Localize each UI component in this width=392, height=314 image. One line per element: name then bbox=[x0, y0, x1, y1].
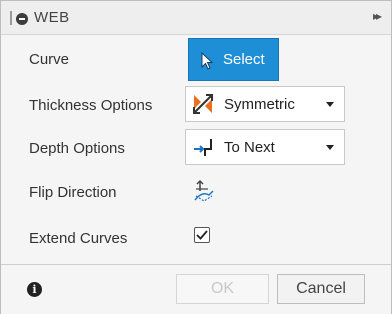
depth-options-dropdown[interactable]: To Next bbox=[185, 129, 345, 165]
depth-options-value: To Next bbox=[224, 139, 275, 156]
ok-button[interactable]: OK bbox=[176, 274, 269, 304]
thickness-options-label: Thickness Options bbox=[29, 97, 153, 114]
thickness-options-dropdown[interactable]: Symmetric bbox=[185, 86, 345, 122]
expand-icon[interactable]: ▸▸ bbox=[373, 9, 382, 23]
chevron-down-icon bbox=[326, 145, 334, 150]
thickness-options-value: Symmetric bbox=[224, 96, 295, 113]
cancel-button[interactable]: Cancel bbox=[277, 274, 365, 304]
dialog-titlebar[interactable]: WEB ▸▸ bbox=[1, 1, 391, 35]
chevron-down-icon bbox=[326, 102, 334, 107]
extend-curves-checkbox[interactable] bbox=[194, 227, 210, 243]
drag-grip-icon[interactable] bbox=[10, 11, 12, 25]
dialog-title: WEB bbox=[34, 9, 70, 26]
checkmark-icon bbox=[196, 230, 208, 240]
dialog-footer: i OK Cancel bbox=[1, 264, 391, 314]
flip-direction-icon[interactable] bbox=[192, 179, 216, 203]
cursor-arrow-icon bbox=[201, 52, 214, 70]
flip-direction-label: Flip Direction bbox=[29, 184, 117, 201]
curve-select-button[interactable]: Select bbox=[188, 38, 279, 81]
extend-curves-label: Extend Curves bbox=[29, 230, 128, 247]
info-icon[interactable]: i bbox=[27, 282, 42, 297]
depth-options-label: Depth Options bbox=[29, 140, 125, 157]
symmetric-thickness-icon bbox=[193, 94, 213, 114]
to-next-icon bbox=[194, 139, 212, 156]
curve-label: Curve bbox=[29, 51, 70, 68]
web-dialog: WEB ▸▸ Curve Select Thickness Options Sy… bbox=[0, 0, 392, 314]
collapse-icon[interactable] bbox=[16, 13, 28, 25]
select-button-label: Select bbox=[223, 51, 265, 68]
